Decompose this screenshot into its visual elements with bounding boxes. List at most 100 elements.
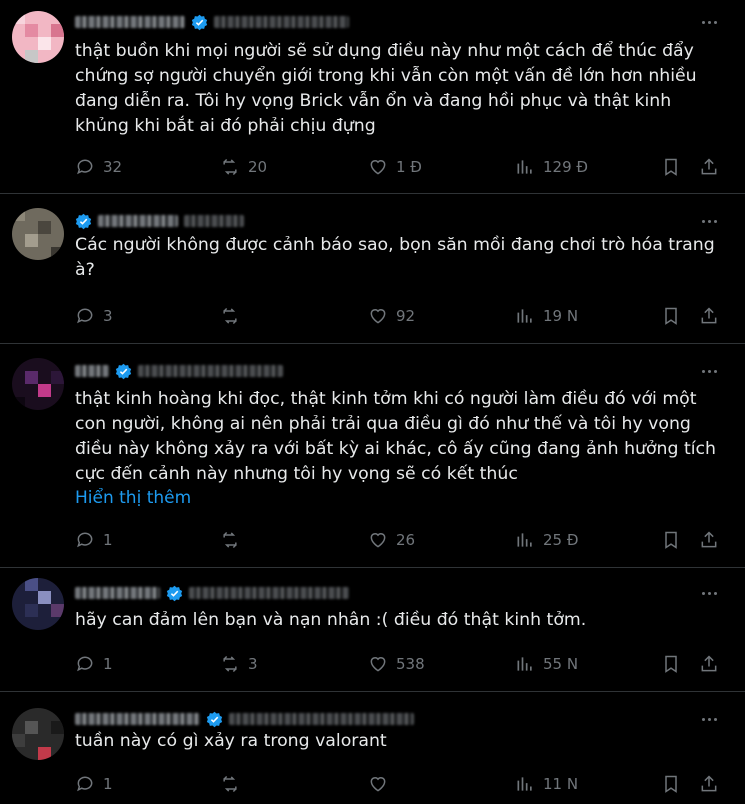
verified-badge-icon <box>115 363 132 380</box>
reply-button[interactable]: 1 <box>75 772 113 796</box>
share-button[interactable] <box>699 528 719 552</box>
like-button[interactable]: 1 Đ <box>368 155 422 179</box>
bookmark-icon <box>665 307 677 325</box>
more-icon[interactable] <box>699 709 719 729</box>
views-button[interactable]: 19 N <box>515 304 578 328</box>
repost-count: 3 <box>248 655 258 673</box>
avatar[interactable] <box>12 708 64 760</box>
view-count: 19 N <box>543 307 579 325</box>
reply-icon <box>77 776 93 792</box>
bookmark-button[interactable] <box>661 652 681 676</box>
reply-post[interactable]: tuần này có gì xảy ra trong valorant 1 1… <box>0 692 745 804</box>
author-name-pixelated <box>75 587 160 599</box>
post-author[interactable] <box>75 583 349 603</box>
avatar[interactable] <box>12 208 64 260</box>
post-text: thật kinh hoàng khi đọc, thật kinh tởm k… <box>75 389 716 484</box>
verified-badge-icon <box>75 213 92 230</box>
more-icon[interactable] <box>699 12 719 32</box>
show-more-link[interactable]: Hiển thị thêm <box>75 488 191 508</box>
like-button[interactable]: 538 <box>368 652 425 676</box>
avatar[interactable] <box>12 11 64 63</box>
reply-icon <box>77 656 93 672</box>
post-author[interactable] <box>75 361 283 381</box>
view-count: 11 N <box>543 775 579 793</box>
bookmark-icon <box>665 655 677 673</box>
author-name-pixelated <box>75 365 109 377</box>
share-button[interactable] <box>699 304 719 328</box>
share-button[interactable] <box>699 652 719 676</box>
views-button[interactable]: 129 Đ <box>515 155 588 179</box>
bookmark-icon <box>665 531 677 549</box>
bookmark-icon <box>665 158 677 176</box>
avatar[interactable] <box>12 358 64 410</box>
reply-count: 1 <box>103 655 113 673</box>
post-actions: 1 26 25 Đ <box>75 528 723 552</box>
views-button[interactable]: 25 Đ <box>515 528 578 552</box>
author-handle-pixelated <box>214 16 349 28</box>
reply-button[interactable]: 1 <box>75 528 113 552</box>
repost-icon <box>223 158 237 176</box>
repost-button[interactable]: 3 <box>220 652 258 676</box>
share-button[interactable] <box>699 155 719 179</box>
author-handle-pixelated <box>189 587 349 599</box>
reply-count: 3 <box>103 307 113 325</box>
author-name-pixelated <box>98 215 178 227</box>
bookmark-button[interactable] <box>661 304 681 328</box>
like-button[interactable]: 92 <box>368 304 415 328</box>
repost-icon <box>223 655 237 673</box>
repost-button[interactable]: 20 <box>220 155 267 179</box>
bookmark-icon <box>665 775 677 793</box>
repost-button[interactable] <box>220 304 248 328</box>
like-count: 26 <box>396 531 416 549</box>
like-button[interactable]: 26 <box>368 528 415 552</box>
views-button[interactable]: 11 N <box>515 772 578 796</box>
post-author[interactable] <box>75 12 349 32</box>
more-icon[interactable] <box>699 361 719 381</box>
bookmark-button[interactable] <box>661 155 681 179</box>
reply-button[interactable]: 1 <box>75 652 113 676</box>
reply-count: 1 <box>103 531 113 549</box>
post-actions: 1 3 538 55 N <box>75 652 723 676</box>
author-name-pixelated <box>75 713 200 725</box>
share-icon <box>701 655 717 672</box>
share-icon <box>701 307 717 324</box>
reply-button[interactable]: 32 <box>75 155 122 179</box>
reply-post[interactable]: Các người không được cảnh báo sao, bọn s… <box>0 194 745 344</box>
repost-count: 20 <box>248 158 268 176</box>
views-button[interactable]: 55 N <box>515 652 578 676</box>
post-actions: 1 11 N <box>75 772 723 796</box>
reply-icon <box>77 308 93 324</box>
reply-post[interactable]: hãy can đảm lên bạn và nạn nhân :( điều … <box>0 568 745 692</box>
repost-button[interactable] <box>220 528 248 552</box>
share-button[interactable] <box>699 772 719 796</box>
more-icon[interactable] <box>699 211 719 231</box>
like-count: 92 <box>396 307 416 325</box>
repost-button[interactable] <box>220 772 248 796</box>
share-icon <box>701 775 717 792</box>
post-author[interactable] <box>75 709 414 729</box>
like-icon <box>370 657 386 672</box>
post-actions: 3 92 19 N <box>75 304 723 328</box>
reply-feed: thật buồn khi mọi người sẽ sử dụng điều … <box>0 0 745 804</box>
reply-post[interactable]: thật buồn khi mọi người sẽ sử dụng điều … <box>0 0 745 194</box>
like-button[interactable] <box>368 772 396 796</box>
share-icon <box>701 158 717 175</box>
more-icon[interactable] <box>699 583 719 603</box>
bookmark-button[interactable] <box>661 528 681 552</box>
reply-post[interactable]: thật kinh hoàng khi đọc, thật kinh tởm k… <box>0 344 745 568</box>
author-name-pixelated <box>75 16 185 28</box>
repost-icon <box>223 775 237 793</box>
like-icon <box>370 160 386 175</box>
bookmark-button[interactable] <box>661 772 681 796</box>
like-count: 1 Đ <box>396 158 422 176</box>
like-count: 538 <box>396 655 425 673</box>
post-text: Các người không được cảnh báo sao, bọn s… <box>75 235 715 280</box>
verified-badge-icon <box>191 14 208 31</box>
view-count: 129 Đ <box>543 158 589 176</box>
post-author[interactable] <box>75 211 244 231</box>
author-handle-pixelated <box>138 365 283 377</box>
reply-button[interactable]: 3 <box>75 304 113 328</box>
view-count: 55 N <box>543 655 579 673</box>
author-handle-pixelated <box>184 215 244 227</box>
avatar[interactable] <box>12 578 64 630</box>
